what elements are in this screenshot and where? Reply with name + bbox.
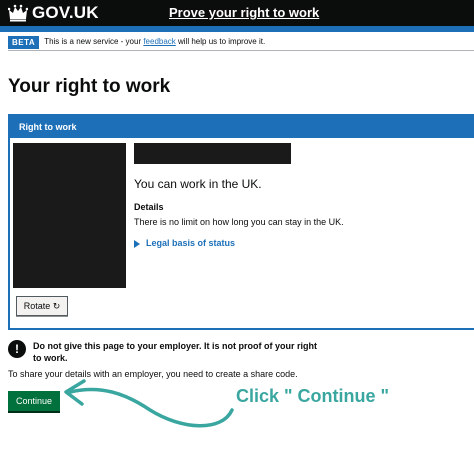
service-name-link[interactable]: Prove your right to work bbox=[169, 5, 319, 20]
annotation-label: Click " Continue " bbox=[236, 386, 390, 406]
logo-text: GOV.UK bbox=[32, 3, 99, 22]
warning-message: Do not give this page to your employer. … bbox=[33, 341, 318, 363]
warning-icon: ! bbox=[8, 340, 26, 358]
phase-banner-text: This is a new service - your feedback wi… bbox=[44, 37, 265, 47]
header-blue-bar bbox=[0, 26, 474, 32]
redacted-name bbox=[134, 143, 291, 164]
beta-tag: BETA bbox=[8, 35, 40, 49]
phase-text-before: This is a new service - your bbox=[44, 37, 144, 46]
status-text: You can work in the UK. bbox=[134, 177, 262, 191]
details-heading: Details bbox=[134, 202, 164, 212]
triangle-right-icon bbox=[134, 239, 140, 248]
govuk-header: GOV.UK Prove your right to work bbox=[0, 0, 474, 26]
govuk-logo-link[interactable]: GOV.UK bbox=[8, 4, 99, 22]
details-text: There is no limit on how long you can st… bbox=[134, 217, 344, 227]
right-to-work-panel: Right to work You can work in the UK. De… bbox=[8, 114, 474, 330]
feedback-link[interactable]: feedback bbox=[143, 37, 175, 46]
legal-basis-label: Legal basis of status bbox=[146, 238, 236, 248]
phase-banner: BETA This is a new service - your feedba… bbox=[8, 34, 474, 51]
warning-text: ! Do not give this page to your employer… bbox=[8, 340, 328, 364]
page-title: Your right to work bbox=[8, 76, 171, 97]
share-code-text: To share your details with an employer, … bbox=[8, 369, 298, 379]
panel-heading: Right to work bbox=[10, 116, 474, 138]
continue-button[interactable]: Continue bbox=[8, 391, 60, 411]
rotate-button[interactable]: Rotate ↻ bbox=[16, 296, 68, 316]
phase-text-after: will help us to improve it. bbox=[175, 37, 266, 46]
legal-basis-toggle[interactable]: Legal basis of status bbox=[134, 238, 235, 249]
redacted-photo bbox=[13, 143, 126, 288]
crown-icon bbox=[8, 4, 28, 22]
